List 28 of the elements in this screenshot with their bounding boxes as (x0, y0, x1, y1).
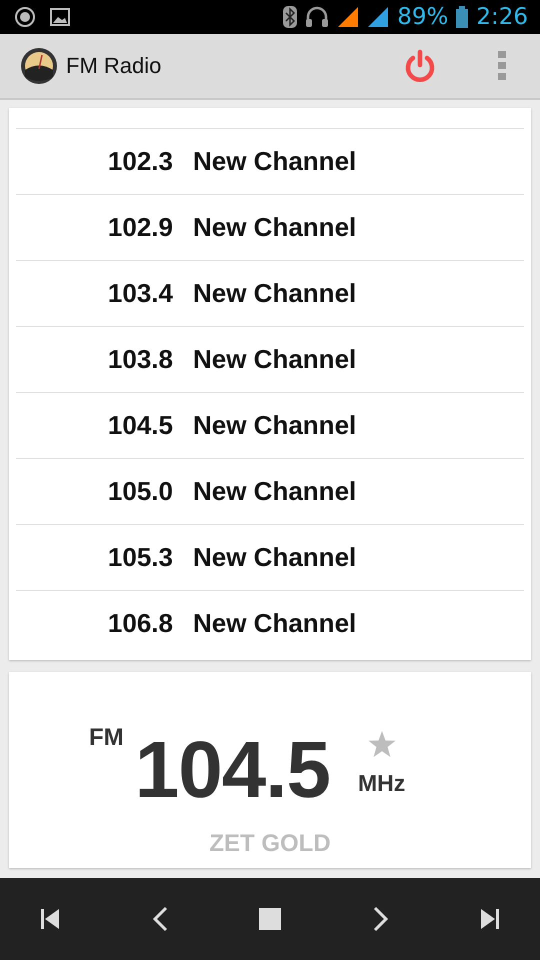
channel-item[interactable]: 102.3 New Channel (16, 128, 524, 194)
skip-next-icon[interactable] (480, 908, 500, 930)
battery-icon (456, 6, 468, 28)
channel-item[interactable]: 103.8 New Channel (16, 326, 524, 392)
channel-item[interactable]: 104.5 New Channel (16, 392, 524, 458)
channel-item[interactable]: 102.9 New Channel (16, 194, 524, 260)
favorite-star-icon[interactable] (366, 730, 397, 758)
radio-icon (14, 6, 36, 28)
band-label: FM (89, 724, 124, 752)
station-name: ZET GOLD (209, 830, 331, 858)
chevron-left-icon[interactable] (152, 906, 168, 932)
chevron-right-icon[interactable] (372, 906, 388, 932)
channel-item[interactable]: 105.0 New Channel (16, 458, 524, 524)
channel-item[interactable]: 106.8 New Channel (16, 590, 524, 656)
signal-icon (367, 6, 390, 28)
clock: 2:26 (476, 4, 528, 30)
app-title: FM Radio (66, 53, 162, 79)
bluetooth-icon (283, 6, 298, 28)
vu-meter-icon (20, 47, 58, 85)
headphones-icon (305, 6, 330, 28)
image-icon (50, 7, 70, 27)
channel-item[interactable]: 103.4 New Channel (16, 260, 524, 326)
frequency-display: 104.5 (134, 724, 330, 816)
unit-label: MHz (358, 770, 406, 797)
signal-icon (337, 6, 360, 28)
channel-item[interactable]: 105.3 New Channel (16, 524, 524, 590)
skip-previous-icon[interactable] (40, 908, 60, 930)
battery-percent: 89% (397, 4, 448, 30)
